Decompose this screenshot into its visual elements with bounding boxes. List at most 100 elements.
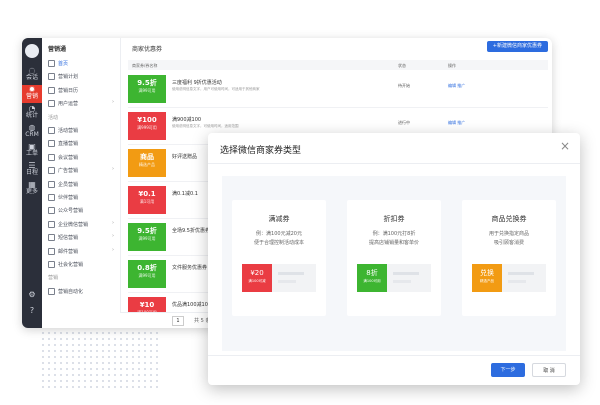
coupon-name: 三度福利 9折优惠活动 (172, 80, 222, 86)
menu-item-icon (48, 153, 55, 161)
menu-item[interactable]: 首页 (42, 58, 120, 68)
description-line: 用于兑换指定商品 (488, 231, 529, 237)
menu-item-label: 活动营销 (58, 128, 79, 134)
placeholder-line (393, 272, 419, 275)
new-coupon-button[interactable]: +新建微信商家优惠券 (486, 41, 548, 52)
menu-item[interactable]: 企业微信营销 › (42, 219, 120, 229)
table-header: 商家券/券名称 状态 操作 (128, 60, 548, 70)
menu-item[interactable]: 公众号营销 (42, 205, 120, 215)
rail-item-label: 工单 (25, 150, 38, 157)
close-icon[interactable]: × (560, 139, 570, 153)
coupon-name: 满900减100 (172, 117, 202, 123)
menu-item-icon (48, 287, 55, 295)
rail-item-0[interactable]: ◌ 会话 (22, 66, 42, 84)
coupon-preview-condition: 满100可用 (363, 279, 381, 283)
modal-title: 选择微信商家券类型 (220, 146, 302, 156)
status-text: 待开始 (398, 83, 410, 88)
rail-item-4[interactable]: ▣ 工单 (22, 142, 42, 160)
menu-item-label: 广告营销 (58, 168, 79, 175)
coupon-value: 商品 (140, 153, 154, 161)
menu-item[interactable]: 营销日历 (42, 85, 120, 95)
menu-item-icon (48, 247, 55, 255)
help-icon[interactable]: ? (22, 307, 42, 318)
chevron-right-icon: › (112, 246, 114, 253)
coupon-name: 满0.1减0.1 (172, 191, 198, 197)
menu-item[interactable]: 短信营销 › (42, 232, 120, 242)
page-title: 商家优惠券 (132, 46, 163, 53)
menu-item-label: 营销计划 (58, 74, 79, 81)
menu-item-icon (48, 180, 55, 188)
description-line: 例：满100元减20元 (256, 231, 302, 237)
rail-item-2[interactable]: ◔ 统计 (22, 104, 42, 122)
coupon-condition: 精选产品 (139, 162, 155, 167)
description-line: 例：满100元打8折 (372, 231, 416, 237)
menu-item-label: 企员营销 (58, 181, 79, 188)
menu-item[interactable]: 伙伴营销 (42, 192, 120, 202)
rail-item-1[interactable]: ✹ 营销 (22, 85, 42, 103)
rail-item-label: 会话 (25, 74, 38, 81)
menu-item-label: 企业微信营销 (58, 221, 89, 228)
menu-item-label: 营销自动化 (58, 288, 84, 295)
menu-item-label: 会议营销 (58, 154, 79, 161)
menu-item[interactable]: 营销自动化 (42, 286, 120, 296)
chevron-right-icon: › (112, 233, 114, 240)
coupon-value: ¥10 (139, 301, 155, 309)
coupon-condition: 满99可用 (138, 273, 156, 278)
rail-item-label: 日程 (25, 169, 38, 176)
coupon-preview: ¥20 满100可减 (242, 264, 316, 292)
description-line: 提高店铺销量和客单价 (368, 240, 419, 246)
menu-item-label: 邮件营销 (58, 248, 79, 255)
rail-item-5[interactable]: ☰ 日程 (22, 161, 42, 179)
rail-item-label: CRM (25, 131, 39, 138)
coupon-type-modal: 选择微信商家券类型 × 满减券 例：满100元减20元 便于合理控制活动成本 ¥20 满… (208, 133, 580, 385)
coupon-name: 优品满100减10 (172, 302, 208, 308)
coupon-preview-condition: 满100可减 (248, 279, 266, 283)
coupon-type-card[interactable]: 满减券 例：满100元减20元 便于合理控制活动成本 ¥20 满100可减 (232, 200, 326, 316)
row-actions[interactable]: 编辑 推广 (448, 120, 465, 126)
next-button[interactable]: 下一步 (491, 363, 525, 377)
rail-item-label: 统计 (25, 112, 38, 119)
menu-item[interactable]: 营销计划 (42, 71, 120, 81)
coupon-type-description: 用于兑换指定商品 吸引顾客消费 (466, 230, 552, 248)
coupon-type-name: 商品兑换券 (491, 215, 527, 223)
col-header-status: 状态 (398, 63, 406, 68)
chevron-right-icon: › (112, 99, 114, 106)
menu-item[interactable]: 直播营销 (42, 138, 120, 148)
row-actions[interactable]: 编辑 推广 (448, 83, 465, 89)
cancel-button[interactable]: 取 消 (532, 363, 566, 377)
menu-item[interactable]: 社会化营销 (42, 259, 120, 269)
page-number-input[interactable]: 1 (172, 316, 184, 326)
coupon-condition: 满99可用 (138, 236, 156, 241)
coupon-badge: 9.5折 满99可用 (128, 75, 169, 103)
rail-item-6[interactable]: ▦ 更多 (22, 180, 42, 198)
avatar[interactable] (25, 44, 39, 58)
coupon-type-card[interactable]: 商品兑换券用于兑换指定商品 吸引顾客消费兑换精选产品 (462, 200, 556, 316)
placeholder-line (278, 280, 296, 283)
coupon-type-description: 例：满100元减20元 便于合理控制活动成本 (236, 230, 322, 248)
menu-item[interactable]: 邮件营销 › (42, 246, 120, 256)
coupon-type-card[interactable]: 折扣券 例：满100元打8折 提高店铺销量和客单价 8折 满100可用 (347, 200, 441, 316)
menu-item-icon (48, 167, 55, 175)
rail-item-label: 更多 (25, 188, 38, 195)
menu-item-icon (48, 234, 55, 242)
menu-item-label: 用户运营 (58, 101, 79, 108)
menu-item-icon (48, 207, 55, 215)
settings-icon[interactable]: ⚙ (22, 291, 42, 302)
chevron-right-icon: › (112, 166, 114, 173)
menu-item-icon (48, 86, 55, 94)
table-row[interactable]: 9.5折 满99可用 三度福利 9折优惠活动 使用说明信息文字，用户可使用时间，可适用… (128, 71, 548, 108)
coupon-value: ¥0.1 (138, 190, 156, 198)
menu-item[interactable]: 会议营销 (42, 152, 120, 162)
rail-item-3[interactable]: ◍ CRM (22, 123, 42, 141)
menu-item[interactable]: 活动营销 (42, 125, 120, 135)
coupon-preview-condition: 精选产品 (480, 279, 494, 283)
menu-section: 营销 (42, 272, 120, 282)
coupon-badge: 商品 精选产品 (128, 149, 169, 177)
menu-item[interactable]: 企员营销 (42, 179, 120, 189)
menu-item[interactable]: 用户运营 › (42, 98, 120, 108)
menu-section: 活动 (42, 112, 120, 122)
menu-item[interactable]: 广告营销 › (42, 165, 120, 175)
placeholder-line (278, 272, 304, 275)
coupon-value: 9.5折 (137, 79, 157, 87)
coupon-preview-value: 兑换 (480, 269, 494, 277)
